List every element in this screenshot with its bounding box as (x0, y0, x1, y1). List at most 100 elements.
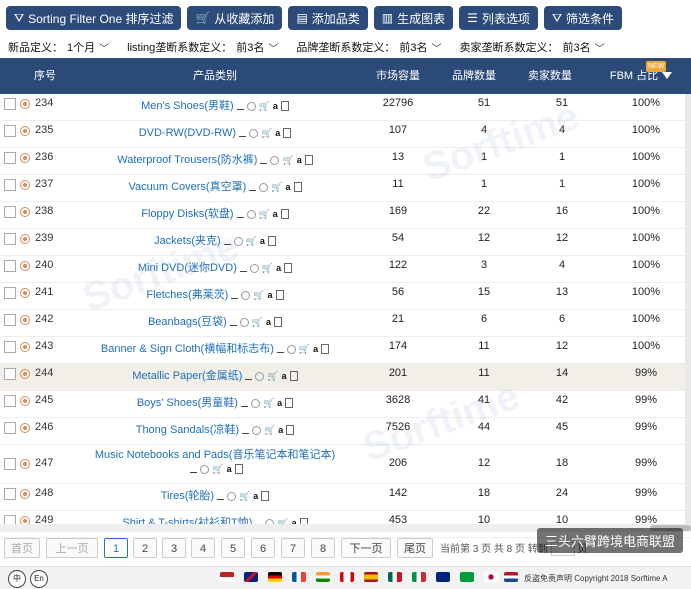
category-link[interactable]: Music Notebooks and Pads(音乐笔记本和笔记本) (95, 449, 335, 461)
table-row[interactable]: 247 Music Notebooks and Pads(音乐笔记本和笔记本) 🛒 a… (0, 445, 691, 484)
flag-it-icon[interactable] (412, 572, 426, 582)
amazon-icon[interactable]: a (268, 288, 273, 302)
table-row[interactable]: 241 Fletches(弗莱茨) 🛒 a 56 15 13 100% (0, 283, 691, 310)
cart-icon[interactable]: 🛒 (259, 99, 270, 113)
col-index-header[interactable]: 序号 (20, 58, 70, 94)
cart-icon[interactable]: 🛒 (252, 315, 263, 329)
flag-es-icon[interactable] (364, 572, 378, 582)
amazon-icon[interactable]: a (260, 234, 265, 248)
target-icon[interactable] (233, 236, 243, 246)
row-radio-icon[interactable] (20, 315, 30, 325)
bar-chart-icon[interactable] (245, 372, 253, 381)
col-category-header[interactable]: 产品类别 (70, 58, 360, 94)
bar-chart-icon[interactable] (217, 492, 225, 501)
cart-icon[interactable]: 🛒 (263, 396, 274, 410)
table-row[interactable]: 237 Vacuum Covers(真空罩) 🛒 a 11 1 1 100% (0, 175, 691, 202)
table-row[interactable]: 235 DVD-RW(DVD-RW) 🛒 a 107 4 4 100% (0, 121, 691, 148)
category-link[interactable]: Floppy Disks(软盘) (141, 208, 233, 220)
filter-conditions-button[interactable]: ⛛ 筛选条件 (543, 6, 623, 30)
row-checkbox[interactable] (4, 98, 16, 110)
row-checkbox[interactable] (4, 179, 16, 191)
row-radio-icon[interactable] (20, 288, 30, 298)
amazon-icon[interactable]: a (285, 180, 290, 194)
row-checkbox[interactable] (4, 368, 16, 380)
category-link[interactable]: Beanbags(豆袋) (148, 316, 227, 328)
lang-zh-button[interactable]: 中 (8, 570, 26, 588)
col-market-capacity-header[interactable]: 市场容量 (360, 58, 436, 94)
cart-icon[interactable]: 🛒 (212, 462, 223, 476)
target-icon[interactable] (200, 464, 210, 474)
copy-icon[interactable] (275, 290, 284, 301)
page-button[interactable]: 5 (221, 538, 245, 558)
row-radio-icon[interactable] (20, 342, 30, 352)
vertical-scrollbar[interactable] (685, 94, 691, 530)
last-page-button[interactable]: 尾页 (397, 538, 433, 558)
next-page-button[interactable]: 下一页 (341, 538, 391, 558)
target-icon[interactable] (249, 128, 259, 138)
first-page-button[interactable]: 首页 (4, 538, 40, 558)
row-checkbox[interactable] (4, 488, 16, 500)
row-radio-icon[interactable] (20, 396, 30, 406)
row-radio-icon[interactable] (20, 180, 30, 190)
category-link[interactable]: Metallic Paper(金属纸) (132, 370, 242, 382)
flag-mx-icon[interactable] (388, 572, 402, 582)
category-link[interactable]: Thong Sandals(凉鞋) (136, 424, 239, 436)
sort-desc-icon[interactable] (662, 72, 672, 79)
bar-chart-icon[interactable] (249, 183, 257, 192)
page-button[interactable]: 3 (162, 538, 186, 558)
category-link[interactable]: Vacuum Covers(真空罩) (129, 181, 247, 193)
new-product-definition-dropdown[interactable]: 新品定义： 1个月 ﹀ (8, 39, 109, 55)
flag-uk-icon[interactable] (244, 572, 258, 582)
copy-icon[interactable] (289, 371, 298, 382)
category-link[interactable]: DVD-RW(DVD-RW) (139, 127, 236, 139)
row-checkbox[interactable] (4, 233, 16, 245)
row-checkbox[interactable] (4, 395, 16, 407)
bar-chart-icon[interactable] (239, 264, 247, 273)
flag-au-icon[interactable] (436, 572, 450, 582)
cart-icon[interactable]: 🛒 (299, 342, 310, 356)
amazon-icon[interactable]: a (273, 207, 278, 221)
cart-icon[interactable]: 🛒 (262, 261, 273, 275)
amazon-icon[interactable]: a (266, 315, 271, 329)
cart-icon[interactable]: 🛒 (259, 207, 270, 221)
col-brand-count-header[interactable]: 品牌数量 (436, 58, 512, 94)
category-link[interactable]: Waterproof Trousers(防水裤) (117, 154, 257, 166)
row-radio-icon[interactable] (20, 369, 30, 379)
cart-icon[interactable]: 🛒 (264, 423, 275, 437)
flag-ca-icon[interactable] (340, 572, 354, 582)
list-options-button[interactable]: ☰ 列表选项 (459, 6, 538, 30)
target-icon[interactable] (252, 425, 262, 435)
bar-chart-icon[interactable] (231, 291, 239, 300)
page-button[interactable]: 6 (251, 538, 275, 558)
copy-icon[interactable] (321, 344, 330, 355)
target-icon[interactable] (259, 182, 269, 192)
row-radio-icon[interactable] (20, 459, 30, 469)
prev-page-button[interactable]: 上一页 (46, 538, 98, 558)
amazon-icon[interactable]: a (282, 369, 287, 383)
copy-icon[interactable] (280, 101, 289, 112)
table-row[interactable]: 238 Floppy Disks(软盘) 🛒 a 169 22 16 100% (0, 202, 691, 229)
copy-icon[interactable] (267, 236, 276, 247)
lang-en-button[interactable]: En (30, 570, 48, 588)
amazon-icon[interactable]: a (227, 462, 232, 476)
target-icon[interactable] (249, 263, 259, 273)
bar-chart-icon[interactable] (190, 465, 198, 474)
row-checkbox[interactable] (4, 206, 16, 218)
page-button[interactable]: 1 (104, 538, 128, 558)
target-icon[interactable] (255, 371, 265, 381)
flag-br-icon[interactable] (460, 572, 474, 582)
row-radio-icon[interactable] (20, 99, 30, 109)
table-row[interactable]: 236 Waterproof Trousers(防水裤) 🛒 a 13 1 1 100% (0, 148, 691, 175)
category-link[interactable]: Fletches(弗莱茨) (146, 289, 228, 301)
row-radio-icon[interactable] (20, 207, 30, 217)
row-radio-icon[interactable] (20, 423, 30, 433)
copy-icon[interactable] (285, 398, 294, 409)
amazon-icon[interactable]: a (277, 396, 282, 410)
bar-chart-icon[interactable] (223, 237, 231, 246)
target-icon[interactable] (250, 398, 260, 408)
page-button[interactable]: 2 (133, 538, 157, 558)
flag-de-icon[interactable] (268, 572, 282, 582)
target-icon[interactable] (246, 101, 256, 111)
cart-icon[interactable]: 🛒 (271, 180, 282, 194)
copy-icon[interactable] (283, 128, 292, 139)
